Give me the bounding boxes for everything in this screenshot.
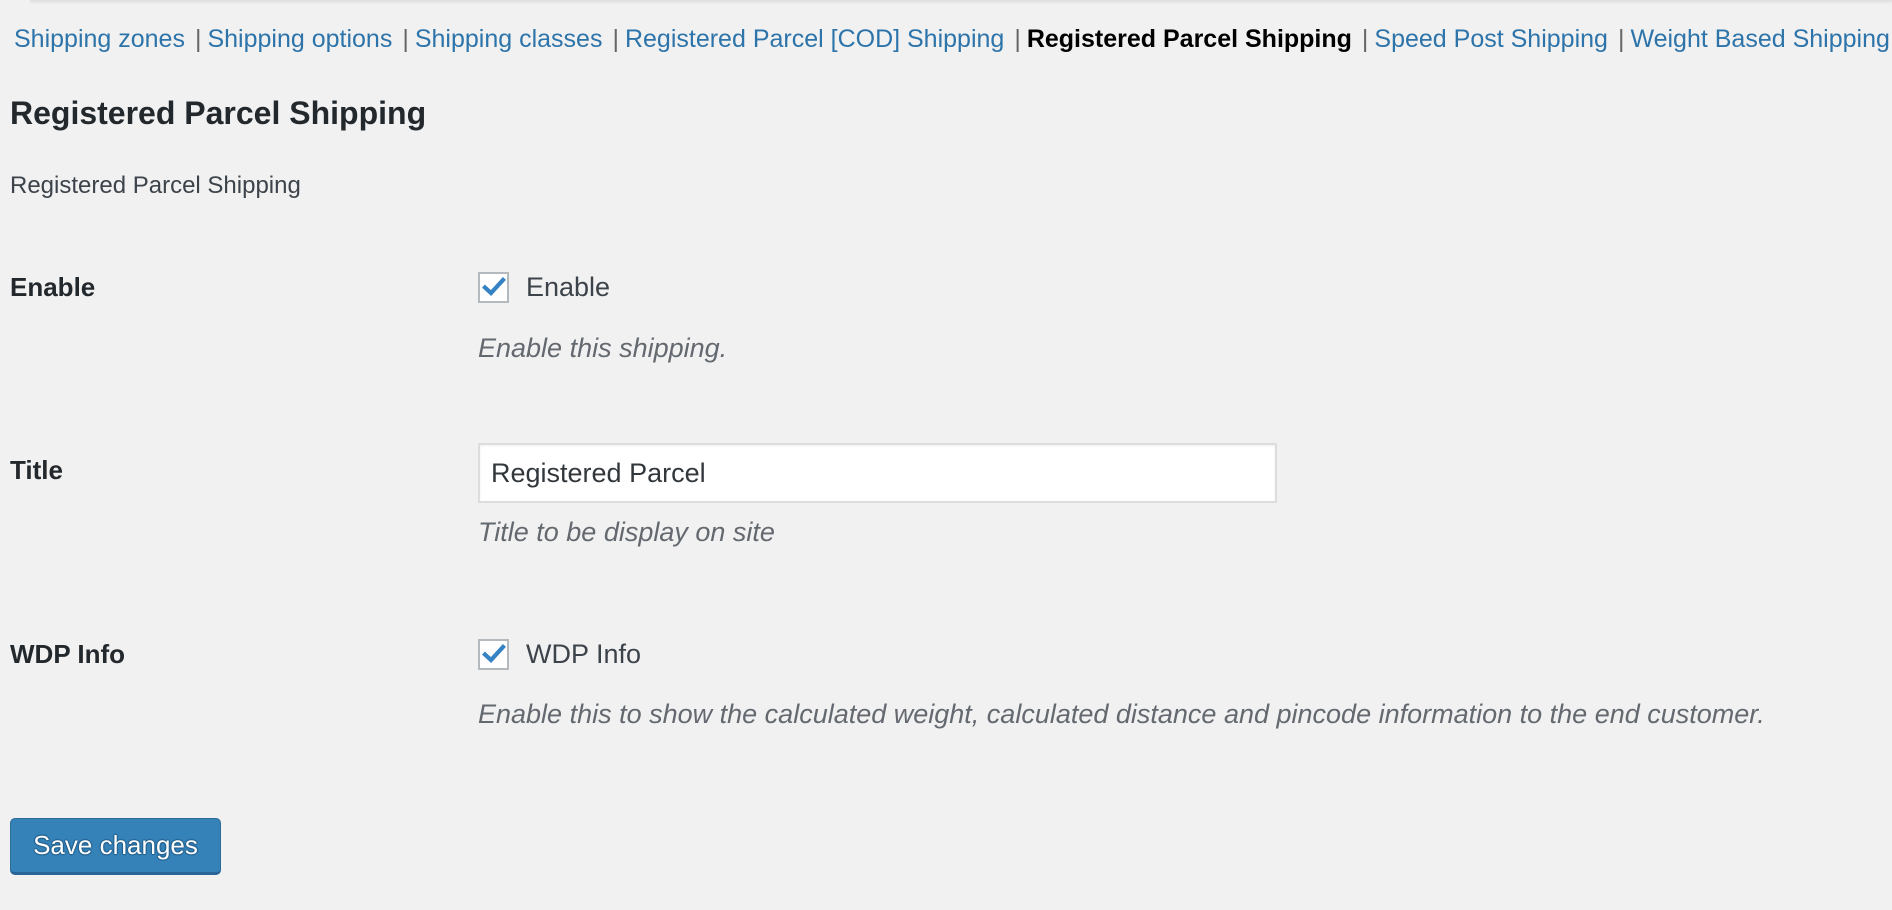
shipping-subnav: Shipping zones | Shipping options | Shipping… <box>14 22 1890 56</box>
title-row-label: Title <box>10 455 63 485</box>
enable-row-label: Enable <box>10 272 96 302</box>
subnav-speed-post[interactable]: Speed Post Shipping <box>1374 25 1608 53</box>
wdp-info-checkbox-label[interactable]: WDP Info <box>526 639 641 670</box>
top-edge <box>30 0 1892 2</box>
title-help-text: Title to be display on site <box>478 517 775 547</box>
subnav-separator: | <box>402 25 409 53</box>
wdp-info-field: WDP Info <box>478 637 641 671</box>
wdp-info-checkbox-wrapper[interactable]: WDP Info <box>478 637 641 671</box>
subnav-weight-based[interactable]: Weight Based Shipping <box>1630 25 1889 53</box>
checkmark-icon <box>481 644 506 663</box>
enable-field: Enable <box>478 270 610 304</box>
subnav-shipping-zones[interactable]: Shipping zones <box>14 25 185 53</box>
enable-checkbox-label[interactable]: Enable <box>526 272 610 303</box>
subnav-registered-parcel-cod[interactable]: Registered Parcel [COD] Shipping <box>625 25 1004 53</box>
title-input[interactable] <box>478 443 1277 503</box>
wdp-info-row-label: WDP Info <box>10 639 126 669</box>
page-title: Registered Parcel Shipping <box>10 95 427 131</box>
checkmark-icon <box>481 277 506 296</box>
subnav-separator: | <box>612 25 619 53</box>
subnav-separator: | <box>1617 25 1625 53</box>
enable-checkbox[interactable] <box>478 271 509 303</box>
subnav-shipping-options[interactable]: Shipping options <box>207 25 392 53</box>
subnav-shipping-classes[interactable]: Shipping classes <box>415 25 603 53</box>
wdp-info-checkbox[interactable] <box>478 638 509 670</box>
enable-help-text: Enable this shipping. <box>478 333 728 363</box>
wdp-info-help-text: Enable this to show the calculated weigh… <box>478 699 1765 729</box>
subnav-separator: | <box>1014 25 1021 53</box>
subnav-separator: | <box>1361 25 1369 53</box>
page-description: Registered Parcel Shipping <box>10 172 301 199</box>
subnav-registered-parcel-current[interactable]: Registered Parcel Shipping <box>1027 25 1352 53</box>
subnav-separator: | <box>194 25 202 53</box>
enable-checkbox-wrapper[interactable]: Enable <box>478 270 610 304</box>
save-changes-button[interactable]: Save changes <box>10 818 221 875</box>
